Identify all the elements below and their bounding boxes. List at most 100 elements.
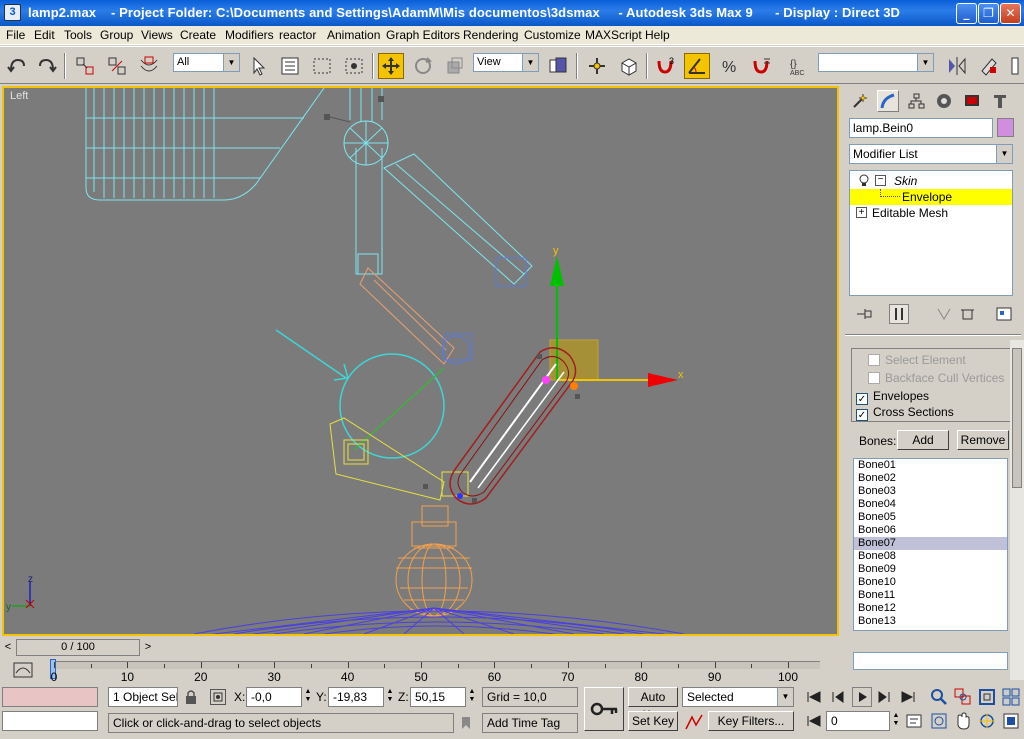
pin-stack-icon[interactable] [855, 306, 873, 325]
list-item[interactable]: Bone11 [854, 589, 1007, 602]
menu-animation[interactable]: Animation [327, 28, 380, 42]
reference-coordinate-dropdown[interactable]: View ▼ [473, 53, 539, 72]
bone-node[interactable] [324, 114, 330, 120]
angle-snap-toggle-icon[interactable] [684, 53, 710, 79]
frame-display[interactable]: 0 / 100 [16, 639, 140, 656]
time-slider-next-button[interactable]: > [142, 639, 154, 656]
next-frame-icon[interactable] [876, 691, 892, 706]
list-item[interactable]: Bone02 [854, 472, 1007, 485]
y-spinner-icon[interactable]: ▲ ▼ [386, 688, 394, 706]
add-bone-button[interactable]: Add [897, 430, 949, 450]
align-icon[interactable] [976, 53, 1002, 79]
go-to-end-icon[interactable] [900, 691, 916, 706]
cross-sections-option[interactable]: ✓ Cross Sections [856, 405, 954, 421]
undo-icon[interactable] [4, 53, 30, 79]
mirror-icon[interactable] [944, 53, 970, 79]
menu-reactor[interactable]: reactor [279, 28, 316, 42]
menu-views[interactable]: Views [141, 28, 173, 42]
absolute-mode-icon[interactable] [210, 689, 226, 705]
motion-tab-icon[interactable] [933, 90, 955, 112]
menu-tools[interactable]: Tools [64, 28, 92, 42]
redo-icon[interactable] [34, 53, 60, 79]
menu-create[interactable]: Create [180, 28, 216, 42]
select-element-option[interactable]: Select Element [868, 353, 966, 369]
snaps-toggle-icon[interactable]: 3 [652, 53, 678, 79]
menu-edit[interactable]: Edit [34, 28, 55, 42]
time-configuration-icon[interactable] [906, 713, 922, 732]
track-bar-ruler[interactable] [50, 661, 820, 669]
pivot-center-icon[interactable] [545, 53, 571, 79]
zoom-all-icon[interactable] [954, 688, 972, 709]
menu-maxscript[interactable]: MAXScript [585, 28, 642, 42]
time-tag-icon[interactable] [458, 715, 474, 734]
pan-view-icon[interactable] [954, 712, 972, 733]
utilities-tab-icon[interactable] [989, 90, 1011, 112]
select-element-checkbox[interactable] [868, 354, 880, 366]
keyboard-shortcut-override-icon[interactable] [616, 53, 642, 79]
modifier-stack[interactable]: − Skin Envelope + Editable Mesh [849, 170, 1013, 296]
menu-customize[interactable]: Customize [524, 28, 581, 42]
add-time-tag[interactable]: Add Time Tag [482, 713, 578, 733]
edit-named-selection-icon[interactable]: {} ABC [786, 53, 812, 79]
command-panel-scrollbar[interactable] [1010, 340, 1024, 680]
toolbar-overflow-icon[interactable] [1008, 53, 1022, 79]
stack-item-envelope[interactable]: Envelope [850, 189, 1012, 205]
maximize-viewport-icon[interactable] [1002, 712, 1020, 733]
bind-to-space-warp-icon[interactable] [136, 53, 162, 79]
previous-frame-icon[interactable] [830, 691, 846, 706]
arc-rotate-icon[interactable] [978, 712, 996, 733]
time-slider-prev-button[interactable]: < [2, 639, 14, 656]
time-slider[interactable]: < 0 / 100 > [2, 639, 154, 656]
list-item[interactable]: Bone09 [854, 563, 1007, 576]
list-item[interactable]: Bone03 [854, 485, 1007, 498]
restore-button[interactable]: ❐ [978, 3, 999, 24]
bone-node[interactable] [378, 96, 384, 102]
list-item[interactable]: Bone08 [854, 550, 1007, 563]
list-item[interactable]: Bone01 [854, 459, 1007, 472]
field-of-view-icon[interactable] [930, 712, 948, 733]
cross-sections-checkbox[interactable]: ✓ [856, 409, 868, 421]
zoom-extents-all-icon[interactable] [1002, 688, 1020, 709]
collapse-icon[interactable]: − [875, 175, 886, 186]
bones-list[interactable]: Bone01 Bone02 Bone03 Bone04 Bone05 Bone0… [853, 458, 1008, 631]
minimize-button[interactable]: _ [956, 3, 977, 24]
scene-canvas[interactable]: y x z y [4, 88, 837, 634]
curve-editor-icon[interactable] [12, 661, 34, 679]
set-key-toggle-button[interactable]: Set Key [628, 711, 678, 731]
remove-modifier-icon[interactable] [959, 306, 977, 325]
left-viewport[interactable]: Left y x z y [2, 86, 839, 636]
menu-modifiers[interactable]: Modifiers [225, 28, 274, 42]
hierarchy-tab-icon[interactable] [905, 90, 927, 112]
modifier-list-dropdown[interactable]: Modifier List ▼ [849, 144, 1013, 164]
close-button[interactable]: ✕ [1000, 3, 1021, 24]
select-and-rotate-icon[interactable] [410, 53, 436, 79]
menu-help[interactable]: Help [645, 28, 670, 42]
play-icon[interactable] [852, 687, 872, 707]
menu-group[interactable]: Group [100, 28, 133, 42]
object-name-field[interactable]: lamp.Bein0 [849, 118, 993, 138]
stack-item-editable-mesh[interactable]: + Editable Mesh [850, 205, 1012, 221]
lock-selection-icon[interactable] [184, 689, 198, 708]
maxscript-listener-white[interactable] [2, 711, 98, 731]
expand-icon[interactable]: + [856, 207, 867, 218]
list-item[interactable]: Bone05 [854, 511, 1007, 524]
select-and-link-icon[interactable] [72, 53, 98, 79]
current-frame-field[interactable]: 0 [826, 711, 890, 731]
track-bar[interactable]: 0 10 20 30 40 50 60 70 80 90 100 [0, 657, 843, 685]
select-by-name-icon[interactable] [277, 53, 303, 79]
select-and-manipulate-icon[interactable] [584, 53, 610, 79]
list-item[interactable]: Bone10 [854, 576, 1007, 589]
frame-spinner-icon[interactable]: ▲ ▼ [892, 712, 900, 730]
default-tangent-icon[interactable] [684, 713, 704, 734]
stack-item-skin[interactable]: − Skin [850, 173, 1012, 189]
percent-snap-toggle-icon[interactable]: % [716, 53, 742, 79]
go-to-start-icon[interactable] [806, 691, 822, 706]
menu-graph-editors[interactable]: Graph Editors [386, 28, 460, 42]
create-tab-icon[interactable] [849, 90, 871, 112]
key-filters-button[interactable]: Key Filters... [708, 711, 794, 731]
key-mode-toggle-icon[interactable] [806, 715, 822, 730]
spinner-snap-toggle-icon[interactable] [748, 53, 774, 79]
z-spinner-icon[interactable]: ▲ ▼ [468, 688, 476, 706]
envelopes-option[interactable]: ✓ Envelopes [856, 389, 929, 405]
bone-name-field[interactable] [853, 652, 1008, 670]
